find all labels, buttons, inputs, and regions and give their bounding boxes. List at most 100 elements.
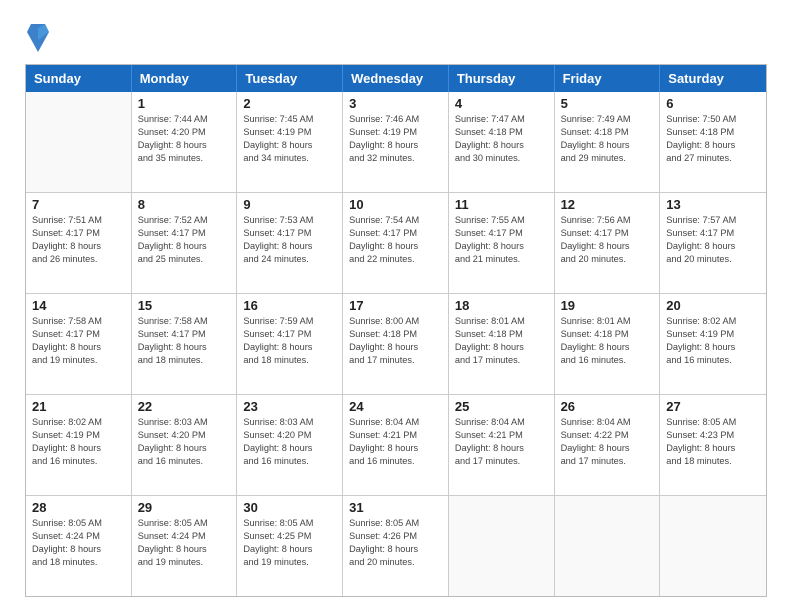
calendar-cell: 17Sunrise: 8:00 AM Sunset: 4:18 PM Dayli… [343, 294, 449, 394]
calendar-cell: 20 Sunrise: 8:02 AM Sunset: 4:19 PM Dayli… [660, 294, 766, 394]
day-number: 29 [138, 500, 231, 515]
cell-info: Sunrise: 7:56 AM Sunset: 4:17 PM Dayligh… [561, 214, 654, 266]
cell-info: Sunrise: 8:01 AM Sunset: 4:18 PM Dayligh… [561, 315, 654, 367]
cell-info: Sunrise: 7:55 AM Sunset: 4:17 PM Dayligh… [455, 214, 548, 266]
day-number: 4 [455, 96, 548, 111]
day-number: 28 [32, 500, 125, 515]
weekday-header: Monday [132, 65, 238, 92]
calendar-cell: 12 Sunrise: 7:56 AM Sunset: 4:17 PM Dayli… [555, 193, 661, 293]
calendar-row: 14 Sunrise: 7:58 AM Sunset: 4:17 PM Dayli… [26, 294, 766, 395]
cell-info: Sunrise: 8:05 AM Sunset: 4:23 PM Dayligh… [666, 416, 760, 468]
day-number: 7 [32, 197, 125, 212]
day-number: 20 [666, 298, 760, 313]
calendar-cell: 5 Sunrise: 7:49 AM Sunset: 4:18 PM Daylig… [555, 92, 661, 192]
calendar-cell: 14 Sunrise: 7:58 AM Sunset: 4:17 PM Dayli… [26, 294, 132, 394]
weekday-header: Friday [555, 65, 661, 92]
cell-info: Sunrise: 7:49 AM Sunset: 4:18 PM Dayligh… [561, 113, 654, 165]
calendar-cell: 30 Sunrise: 8:05 AM Sunset: 4:25 PM Dayli… [237, 496, 343, 596]
day-number: 11 [455, 197, 548, 212]
calendar-cell: 13 Sunrise: 7:57 AM Sunset: 4:17 PM Dayli… [660, 193, 766, 293]
calendar-cell: 24Sunrise: 8:04 AM Sunset: 4:21 PM Dayli… [343, 395, 449, 495]
cell-info: Sunrise: 7:45 AM Sunset: 4:19 PM Dayligh… [243, 113, 336, 165]
day-number: 6 [666, 96, 760, 111]
cell-info: Sunrise: 7:53 AM Sunset: 4:17 PM Dayligh… [243, 214, 336, 266]
calendar-cell: 25 Sunrise: 8:04 AM Sunset: 4:21 PM Dayli… [449, 395, 555, 495]
calendar-row: 28 Sunrise: 8:05 AM Sunset: 4:24 PM Dayli… [26, 496, 766, 596]
day-number: 13 [666, 197, 760, 212]
cell-info: Sunrise: 7:47 AM Sunset: 4:18 PM Dayligh… [455, 113, 548, 165]
calendar-cell: 10Sunrise: 7:54 AM Sunset: 4:17 PM Dayli… [343, 193, 449, 293]
day-number: 25 [455, 399, 548, 414]
cell-info: Sunrise: 8:05 AM Sunset: 4:25 PM Dayligh… [243, 517, 336, 569]
weekday-header: Tuesday [237, 65, 343, 92]
calendar-cell: 19 Sunrise: 8:01 AM Sunset: 4:18 PM Dayli… [555, 294, 661, 394]
day-number: 19 [561, 298, 654, 313]
calendar-row: 21 Sunrise: 8:02 AM Sunset: 4:19 PM Dayli… [26, 395, 766, 496]
calendar-cell: 28 Sunrise: 8:05 AM Sunset: 4:24 PM Dayli… [26, 496, 132, 596]
calendar-cell: 3 Sunrise: 7:46 AM Sunset: 4:19 PM Daylig… [343, 92, 449, 192]
cell-info: Sunrise: 8:02 AM Sunset: 4:19 PM Dayligh… [666, 315, 760, 367]
page: SundayMondayTuesdayWednesdayThursdayFrid… [0, 0, 792, 612]
cell-info: Sunrise: 7:58 AM Sunset: 4:17 PM Dayligh… [138, 315, 231, 367]
calendar-cell: 2 Sunrise: 7:45 AM Sunset: 4:19 PM Daylig… [237, 92, 343, 192]
cell-info: Sunrise: 8:03 AM Sunset: 4:20 PM Dayligh… [243, 416, 336, 468]
weekday-header: Sunday [26, 65, 132, 92]
calendar-cell [660, 496, 766, 596]
calendar-cell: 8 Sunrise: 7:52 AM Sunset: 4:17 PM Daylig… [132, 193, 238, 293]
day-number: 22 [138, 399, 231, 414]
cell-info: Sunrise: 7:52 AM Sunset: 4:17 PM Dayligh… [138, 214, 231, 266]
cell-info: Sunrise: 8:03 AM Sunset: 4:20 PM Dayligh… [138, 416, 231, 468]
logo [25, 20, 49, 54]
day-number: 16 [243, 298, 336, 313]
cell-info: Sunrise: 8:04 AM Sunset: 4:21 PM Dayligh… [455, 416, 548, 468]
cell-info: Sunrise: 7:50 AM Sunset: 4:18 PM Dayligh… [666, 113, 760, 165]
weekday-header: Wednesday [343, 65, 449, 92]
cell-info: Sunrise: 7:57 AM Sunset: 4:17 PM Dayligh… [666, 214, 760, 266]
day-number: 30 [243, 500, 336, 515]
cell-info: Sunrise: 7:59 AM Sunset: 4:17 PM Dayligh… [243, 315, 336, 367]
calendar-body: 1Sunrise: 7:44 AM Sunset: 4:20 PM Daylig… [26, 92, 766, 596]
calendar-cell [555, 496, 661, 596]
calendar-header: SundayMondayTuesdayWednesdayThursdayFrid… [26, 65, 766, 92]
day-number: 23 [243, 399, 336, 414]
day-number: 21 [32, 399, 125, 414]
calendar-cell [449, 496, 555, 596]
cell-info: Sunrise: 7:58 AM Sunset: 4:17 PM Dayligh… [32, 315, 125, 367]
day-number: 31 [349, 500, 442, 515]
day-number: 26 [561, 399, 654, 414]
calendar-cell: 1Sunrise: 7:44 AM Sunset: 4:20 PM Daylig… [132, 92, 238, 192]
weekday-header: Saturday [660, 65, 766, 92]
calendar-cell: 22 Sunrise: 8:03 AM Sunset: 4:20 PM Dayli… [132, 395, 238, 495]
calendar: SundayMondayTuesdayWednesdayThursdayFrid… [25, 64, 767, 597]
day-number: 8 [138, 197, 231, 212]
day-number: 15 [138, 298, 231, 313]
calendar-cell: 7Sunrise: 7:51 AM Sunset: 4:17 PM Daylig… [26, 193, 132, 293]
calendar-cell: 31 Sunrise: 8:05 AM Sunset: 4:26 PM Dayli… [343, 496, 449, 596]
calendar-cell: 6 Sunrise: 7:50 AM Sunset: 4:18 PM Daylig… [660, 92, 766, 192]
cell-info: Sunrise: 8:04 AM Sunset: 4:21 PM Dayligh… [349, 416, 442, 468]
calendar-cell: 27 Sunrise: 8:05 AM Sunset: 4:23 PM Dayli… [660, 395, 766, 495]
day-number: 2 [243, 96, 336, 111]
calendar-cell: 29Sunrise: 8:05 AM Sunset: 4:24 PM Dayli… [132, 496, 238, 596]
day-number: 3 [349, 96, 442, 111]
weekday-header: Thursday [449, 65, 555, 92]
calendar-cell: 23 Sunrise: 8:03 AM Sunset: 4:20 PM Dayli… [237, 395, 343, 495]
day-number: 12 [561, 197, 654, 212]
calendar-cell [26, 92, 132, 192]
logo-icon [27, 22, 49, 54]
day-number: 10 [349, 197, 442, 212]
day-number: 9 [243, 197, 336, 212]
cell-info: Sunrise: 8:02 AM Sunset: 4:19 PM Dayligh… [32, 416, 125, 468]
cell-info: Sunrise: 8:05 AM Sunset: 4:26 PM Dayligh… [349, 517, 442, 569]
day-number: 27 [666, 399, 760, 414]
calendar-cell: 26Sunrise: 8:04 AM Sunset: 4:22 PM Dayli… [555, 395, 661, 495]
day-number: 5 [561, 96, 654, 111]
calendar-cell: 9 Sunrise: 7:53 AM Sunset: 4:17 PM Daylig… [237, 193, 343, 293]
cell-info: Sunrise: 8:01 AM Sunset: 4:18 PM Dayligh… [455, 315, 548, 367]
calendar-row: 7Sunrise: 7:51 AM Sunset: 4:17 PM Daylig… [26, 193, 766, 294]
day-number: 18 [455, 298, 548, 313]
day-number: 14 [32, 298, 125, 313]
cell-info: Sunrise: 7:46 AM Sunset: 4:19 PM Dayligh… [349, 113, 442, 165]
calendar-cell: 16 Sunrise: 7:59 AM Sunset: 4:17 PM Dayli… [237, 294, 343, 394]
cell-info: Sunrise: 8:05 AM Sunset: 4:24 PM Dayligh… [32, 517, 125, 569]
